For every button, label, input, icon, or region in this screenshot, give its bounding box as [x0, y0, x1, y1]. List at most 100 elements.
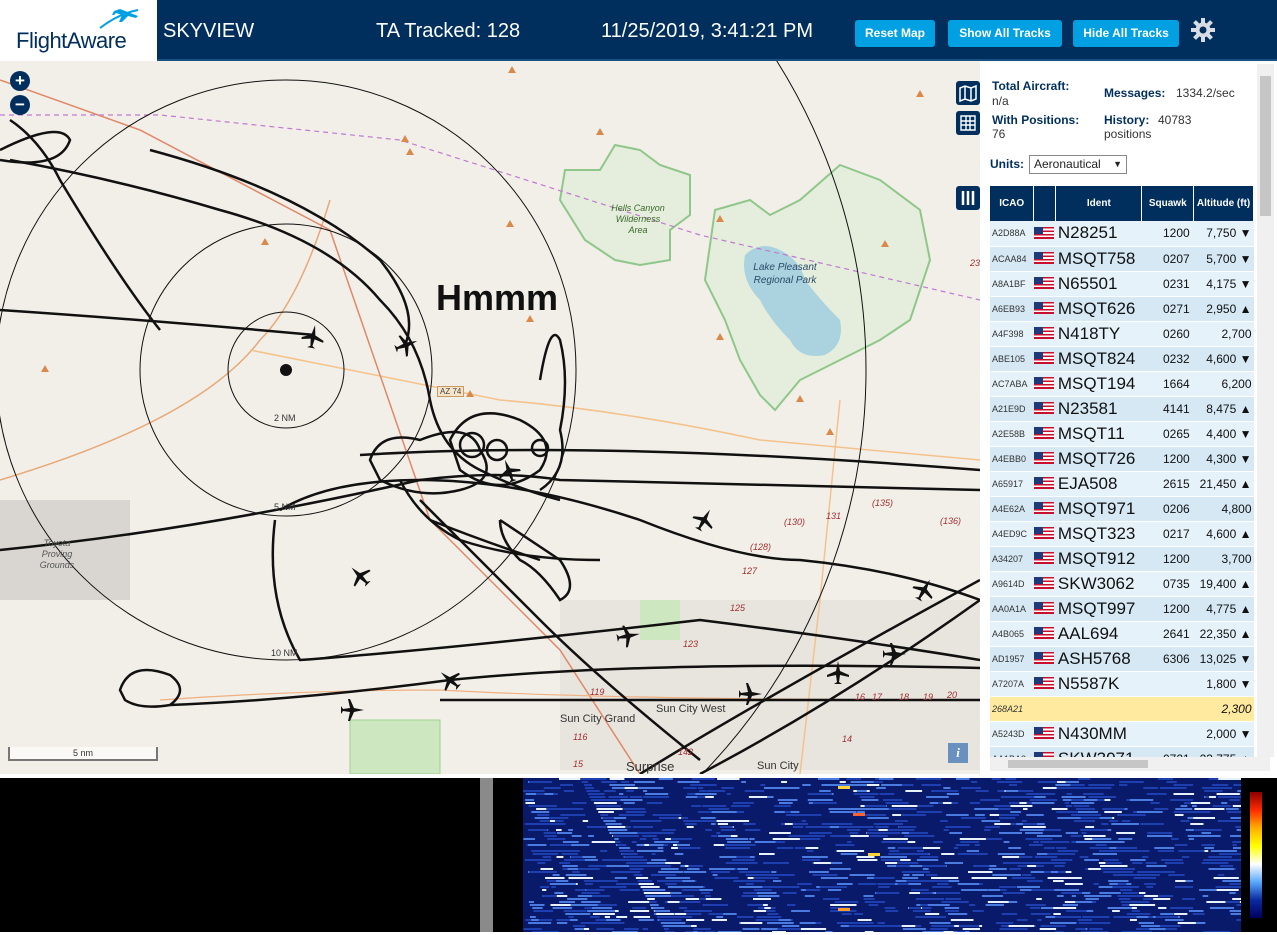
table-row[interactable]: A9614D SKW3062 0735 19,400 ▲	[990, 571, 1254, 597]
waterfall-streak	[583, 880, 607, 882]
waterfall-streak	[1030, 871, 1045, 873]
waterfall-streak	[545, 877, 565, 879]
hide-all-tracks-button[interactable]: Hide All Tracks	[1073, 20, 1179, 47]
info-icon[interactable]: i	[948, 743, 968, 763]
place-label-sun-city-west: Sun City West	[656, 703, 726, 715]
cell-flag	[1033, 646, 1056, 672]
waterfall-streak	[530, 916, 536, 918]
waterfall-streak	[581, 901, 601, 903]
waterfall-streak	[1185, 898, 1195, 900]
scrollbar-thumb[interactable]	[1260, 76, 1271, 216]
waterfall-streak	[738, 859, 755, 861]
grid-toggle-button[interactable]	[956, 111, 980, 135]
waterfall-streak	[858, 883, 877, 885]
waterfall-streak	[584, 787, 594, 789]
table-row[interactable]: A2D88A N28251 1200 7,750 ▼	[990, 221, 1254, 247]
waterfall-streak	[592, 907, 613, 909]
show-all-tracks-button[interactable]: Show All Tracks	[948, 20, 1062, 47]
table-row[interactable]: A4ED9C MSQT323 0217 4,600 ▲	[990, 521, 1254, 547]
waterfall-streak	[922, 868, 929, 870]
table-row[interactable]: A4EBB0 MSQT726 1200 4,300 ▼	[990, 446, 1254, 472]
cell-squawk: 4141	[1141, 396, 1194, 422]
table-row[interactable]: A21E9D N23581 4141 8,475 ▲	[990, 396, 1254, 422]
zoom-in-button[interactable]: +	[10, 71, 30, 91]
waterfall-streak	[1225, 808, 1239, 810]
table-row[interactable]: AD1957 ASH5768 6306 13,025 ▼	[990, 646, 1254, 672]
waterfall-streak	[1080, 931, 1109, 932]
waterfall-streak	[1104, 811, 1122, 813]
flightaware-logo[interactable]: FlightAware	[0, 0, 157, 61]
column-header-squawk[interactable]: Squawk	[1141, 186, 1195, 221]
map-view[interactable]: 2 NM 5 NM 10 NM Hells Canyon Wilderness …	[0, 61, 980, 774]
waterfall-streak	[929, 880, 945, 882]
waterfall-streak	[600, 814, 609, 816]
table-row[interactable]: A4B065 AAL694 2641 22,350 ▲	[990, 621, 1254, 647]
table-row[interactable]: A2E58B MSQT11 0265 4,400 ▼	[990, 421, 1254, 447]
table-row[interactable]: AC7ABA MSQT194 1664 6,200	[990, 371, 1254, 397]
table-row[interactable]: A7207A N5587K 1,800 ▼	[990, 671, 1254, 697]
waterfall-streak	[1026, 793, 1049, 795]
road-label: 125	[730, 603, 746, 613]
waterfall-streak	[700, 892, 710, 894]
waterfall-streak	[602, 817, 614, 819]
zoom-out-button[interactable]: −	[10, 95, 30, 115]
gear-icon[interactable]	[1190, 17, 1216, 43]
map-layers-button[interactable]	[956, 81, 980, 105]
waterfall-streak	[610, 871, 633, 873]
waterfall-streak	[672, 895, 694, 897]
table-row[interactable]: AA0A1A MSQT997 1200 4,775 ▲	[990, 596, 1254, 622]
waterfall-streak	[1008, 847, 1021, 849]
waterfall-streak	[1064, 883, 1083, 885]
reset-map-button[interactable]: Reset Map	[855, 20, 935, 47]
waterfall-streak	[1085, 826, 1095, 828]
table-row[interactable]: A6EB93 MSQT626 0271 2,950 ▲	[990, 296, 1254, 322]
column-header-ident[interactable]: Ident	[1055, 186, 1143, 221]
table-row[interactable]: 268A21 2,300	[990, 696, 1254, 722]
cell-ident: N28251	[1055, 221, 1142, 247]
cell-altitude: 19,400 ▲	[1193, 571, 1254, 597]
cell-ident: MSQT11	[1055, 421, 1142, 447]
waterfall-streak	[1216, 889, 1239, 891]
waterfall-streak	[702, 805, 710, 807]
sidebar-horizontal-scrollbar[interactable]	[990, 757, 1270, 771]
table-row[interactable]: A4E62A MSQT971 0206 4,800	[990, 496, 1254, 522]
waterfall-streak	[892, 814, 901, 816]
map-canvas[interactable]	[0, 61, 980, 774]
waterfall-streak	[1174, 886, 1193, 888]
units-select[interactable]: Aeronautical ▼	[1029, 155, 1127, 174]
table-row[interactable]: A5243D N430MM 2,000 ▼	[990, 721, 1254, 747]
column-header-flag[interactable]	[1033, 186, 1057, 221]
columns-toggle-button[interactable]	[956, 186, 980, 210]
waterfall-streak	[626, 862, 635, 864]
waterfall-streak	[830, 904, 857, 906]
waterfall-streak	[1043, 847, 1056, 849]
waterfall-streak	[584, 883, 593, 885]
table-row[interactable]: ACAA84 MSQT758 0207 5,700 ▼	[990, 246, 1254, 272]
waterfall-streak	[1219, 853, 1241, 855]
us-flag-icon	[1033, 677, 1054, 690]
waterfall-streak	[1180, 820, 1190, 822]
table-row[interactable]: ABE105 MSQT824 0232 4,600 ▼	[990, 346, 1254, 372]
road-label: 19	[923, 692, 934, 702]
waterfall-streak	[1120, 889, 1133, 891]
cell-icao: A5243D	[990, 721, 1034, 747]
column-header-altitude[interactable]: Altitude (ft)	[1193, 186, 1254, 221]
waterfall-streak	[1233, 847, 1241, 849]
waterfall-streak	[772, 931, 786, 932]
cell-squawk	[1141, 721, 1194, 747]
waterfall-streak	[572, 871, 580, 873]
waterfall-streak	[772, 787, 800, 789]
column-header-icao[interactable]: ICAO	[990, 186, 1035, 221]
waterfall-streak	[989, 814, 1000, 816]
table-row[interactable]: A34207 MSQT912 1200 3,700	[990, 546, 1254, 572]
table-row[interactable]: A65917 EJA508 2615 21,450 ▲	[990, 471, 1254, 497]
waterfall-streak	[704, 895, 711, 897]
pane-splitter[interactable]	[480, 778, 493, 932]
waterfall-streak	[744, 823, 750, 825]
table-row[interactable]: A4F398 N418TY 0260 2,700	[990, 321, 1254, 347]
sidebar-vertical-scrollbar[interactable]	[1257, 64, 1274, 757]
table-row[interactable]: A8A1BF N65501 0231 4,175 ▼	[990, 271, 1254, 297]
waterfall-streak	[663, 925, 692, 927]
scrollbar-thumb[interactable]	[1008, 760, 1148, 768]
waterfall-streak	[880, 856, 907, 858]
